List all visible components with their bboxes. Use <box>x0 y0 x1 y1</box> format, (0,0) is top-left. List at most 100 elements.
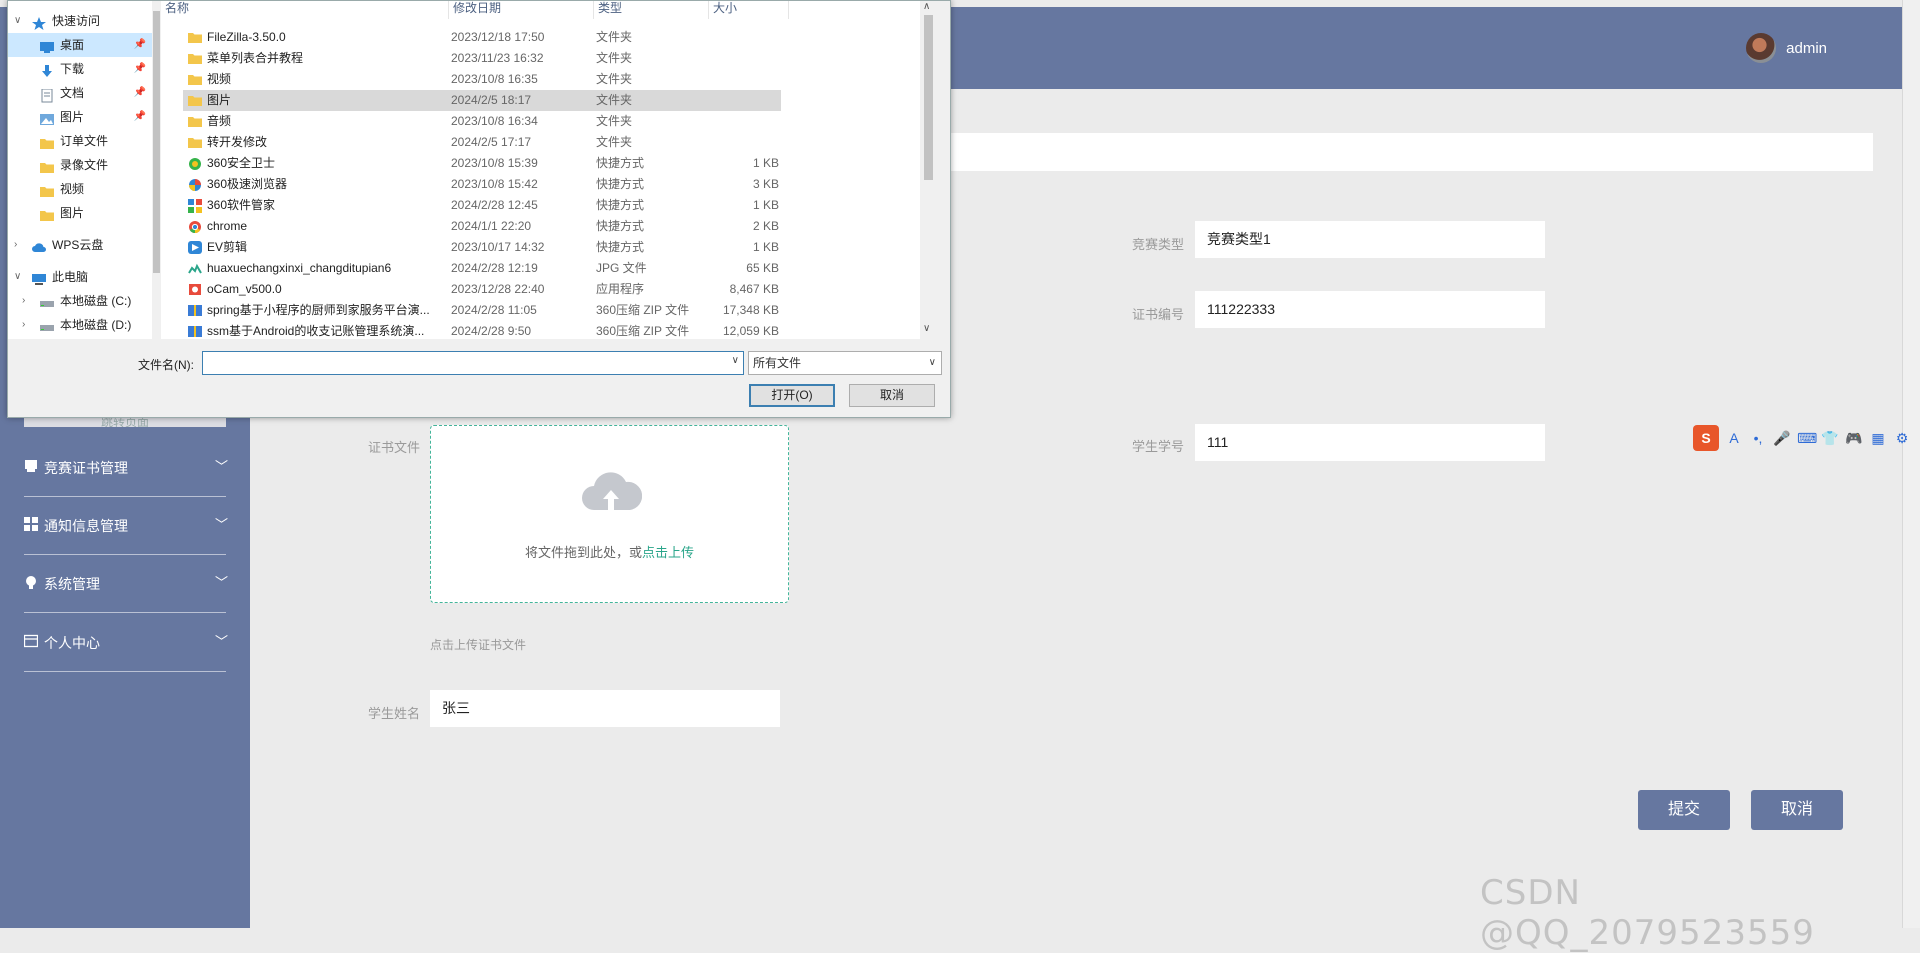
chevron-right-icon[interactable]: › <box>22 313 25 337</box>
file-row[interactable]: 360安全卫士 2023/10/8 15:39 快捷方式 1 KB <box>183 153 781 174</box>
scroll-up-icon[interactable]: ∧ <box>923 1 930 12</box>
menu-item-notice[interactable]: 通知信息管理 ﹀ <box>0 497 250 555</box>
file-date: 2023/10/8 16:35 <box>451 72 538 86</box>
nav-item[interactable]: › 本地磁盘 (C:) <box>8 289 152 313</box>
dialog-cancel-button[interactable]: 取消 <box>849 384 935 407</box>
file-row[interactable]: huaxuechangxinxi_changditupian6 2024/2/28… <box>183 258 781 279</box>
nav-item-label: 本地磁盘 (C:) <box>60 294 132 308</box>
nav-item[interactable]: 订单文件 <box>8 129 152 153</box>
bulb-icon <box>26 576 36 589</box>
ime-settings-icon[interactable]: ⚙ <box>1893 430 1911 447</box>
avatar[interactable] <box>1746 33 1777 63</box>
nav-item[interactable]: ∨ 此电脑 <box>8 265 152 289</box>
chevron-down-icon[interactable]: ∨ <box>14 9 21 33</box>
nav-item[interactable]: ∨ 快速访问 <box>8 9 152 33</box>
menu-item-system[interactable]: 系统管理 ﹀ <box>0 555 250 613</box>
chevron-down-icon[interactable]: ∨ <box>14 265 21 289</box>
competition-type-input[interactable]: 竞赛类型1 <box>1195 221 1545 258</box>
file-date: 2023/10/8 16:34 <box>451 114 538 128</box>
ime-toolbar[interactable]: S A •, 🎤 ⌨ 👕 🎮 ▦ ⚙ <box>1693 425 1911 451</box>
file-row[interactable]: spring基于小程序的厨师到家服务平台演... 2024/2/28 11:05 3… <box>183 300 781 321</box>
file-row[interactable]: ssm基于Android的收支记账管理系统演... 2024/2/28 9:50 3… <box>183 321 781 342</box>
file-row[interactable]: chrome 2024/1/1 22:20 快捷方式 2 KB <box>183 216 781 237</box>
file-row[interactable]: oCam_v500.0 2023/12/28 22:40 应用程序 8,467 KB <box>183 279 781 300</box>
folder-icon <box>40 159 54 173</box>
open-button[interactable]: 打开(O) <box>749 384 835 407</box>
nav-item[interactable]: 录像文件 <box>8 153 152 177</box>
upload-hint: 点击上传证书文件 <box>430 638 527 652</box>
ime-font-icon[interactable]: A <box>1725 430 1743 446</box>
ime-keyboard-icon[interactable]: ⌨ <box>1797 430 1817 447</box>
file-name: 360安全卫士 <box>207 156 276 170</box>
file-name: EV剪辑 <box>207 240 248 254</box>
nav-item[interactable]: 文档 📌 <box>8 81 152 105</box>
file-name: 图片 <box>207 93 232 107</box>
picture-icon <box>40 111 54 125</box>
menu-item-profile[interactable]: 个人中心 ﹀ <box>0 614 250 672</box>
menu-label: 系统管理 <box>44 576 100 592</box>
filetype-select[interactable]: 所有文件 ∨ <box>748 351 942 375</box>
file-row[interactable]: 360软件管家 2024/2/28 12:45 快捷方式 1 KB <box>183 195 781 216</box>
nav-item[interactable]: 下载 📌 <box>8 57 152 81</box>
upload-click-link[interactable]: 点击上传 <box>642 545 694 560</box>
page-scrollbar[interactable] <box>1902 0 1920 928</box>
scroll-down-icon[interactable]: ∨ <box>923 323 930 334</box>
file-row[interactable]: 360极速浏览器 2023/10/8 15:42 快捷方式 3 KB <box>183 174 781 195</box>
file-row[interactable]: 音频 2023/10/8 16:34 文件夹 <box>183 111 781 132</box>
folder-icon <box>188 94 202 106</box>
nav-item[interactable]: 图片 📌 <box>8 105 152 129</box>
column-type[interactable]: 类型 <box>594 1 709 19</box>
column-name[interactable]: 名称 <box>161 1 449 19</box>
file-list-scrollbar[interactable]: ∧ ∨ <box>920 1 937 339</box>
nav-item[interactable]: › 本地磁盘 (D:) <box>8 313 152 337</box>
folder-icon <box>188 52 202 64</box>
file-type: 快捷方式 <box>596 177 645 191</box>
cancel-button[interactable]: 取消 <box>1751 790 1843 830</box>
nav-scrollbar[interactable] <box>152 1 161 339</box>
student-name-input[interactable]: 张三 <box>430 690 780 727</box>
file-list-scroll-thumb[interactable] <box>924 15 933 180</box>
chevron-down-icon[interactable]: ∨ <box>732 355 739 366</box>
nav-scroll-thumb[interactable] <box>153 11 160 273</box>
nav-item[interactable]: 图片 <box>8 201 152 225</box>
file-list[interactable]: 名称 修改日期 类型 大小 ∧ ∨ FileZilla-3.50.0 2023/1… <box>161 1 937 339</box>
file-row[interactable]: EV剪辑 2023/10/17 14:32 快捷方式 1 KB <box>183 237 781 258</box>
nav-item[interactable]: › WPS云盘 <box>8 233 152 257</box>
chevron-right-icon[interactable]: › <box>22 289 25 313</box>
nav-item-label: WPS云盘 <box>52 238 104 252</box>
student-no-input[interactable]: 111 <box>1195 424 1545 461</box>
file-size: 2 KB <box>752 219 779 233</box>
ime-game-icon[interactable]: 🎮 <box>1845 430 1863 447</box>
menu-item-certificate[interactable]: 竞赛证书管理 ﹀ <box>0 439 250 497</box>
navigation-pane[interactable]: ∨ 快速访问 桌面 📌 下载 📌 文档 📌 图片 📌 订单文件 录像文件 视频 图片 › WPS云盘 ∨ 此电脑 ›… <box>8 1 161 339</box>
column-date[interactable]: 修改日期 <box>449 1 594 19</box>
ime-punctuation-icon[interactable]: •, <box>1749 430 1767 446</box>
user-menu[interactable]: admin <box>1746 33 1827 63</box>
column-size[interactable]: 大小 <box>709 1 789 19</box>
file-type: 快捷方式 <box>596 240 645 254</box>
label-student-name: 学生姓名 <box>367 706 420 721</box>
ime-toolbox-icon[interactable]: ▦ <box>1869 430 1887 447</box>
nav-item[interactable]: 视频 <box>8 177 152 201</box>
file-row[interactable]: 视频 2023/10/8 16:35 文件夹 <box>183 69 781 90</box>
filename-input[interactable]: ∨ <box>202 351 744 375</box>
nav-item-label: 本地磁盘 (D:) <box>60 318 132 332</box>
chevron-right-icon[interactable]: › <box>14 233 17 257</box>
certificate-no-input[interactable]: 111222333 <box>1195 291 1545 328</box>
ime-voice-icon[interactable]: 🎤 <box>1773 430 1791 447</box>
upload-dropzone[interactable]: 将文件拖到此处，或点击上传 <box>430 425 789 603</box>
file-date: 2023/12/18 17:50 <box>451 30 545 44</box>
nav-item[interactable]: 桌面 📌 <box>8 33 152 57</box>
app-icon <box>188 283 202 295</box>
file-row[interactable]: 转开发修改 2024/2/5 17:17 文件夹 <box>183 132 781 153</box>
file-type: 快捷方式 <box>596 219 645 233</box>
submit-button[interactable]: 提交 <box>1638 790 1730 830</box>
file-size: 1 KB <box>752 240 779 254</box>
file-row[interactable]: FileZilla-3.50.0 2023/12/18 17:50 文件夹 <box>183 27 781 48</box>
file-row[interactable]: 图片 2024/2/5 18:17 文件夹 <box>183 90 781 111</box>
ime-skin-icon[interactable]: 👕 <box>1821 430 1839 447</box>
filename-label: 文件名(N): <box>138 358 194 372</box>
chevron-down-icon: ∨ <box>928 357 936 368</box>
file-row[interactable]: 菜单列表合并教程 2023/11/23 16:32 文件夹 <box>183 48 781 69</box>
ime-logo-icon[interactable]: S <box>1693 425 1719 451</box>
